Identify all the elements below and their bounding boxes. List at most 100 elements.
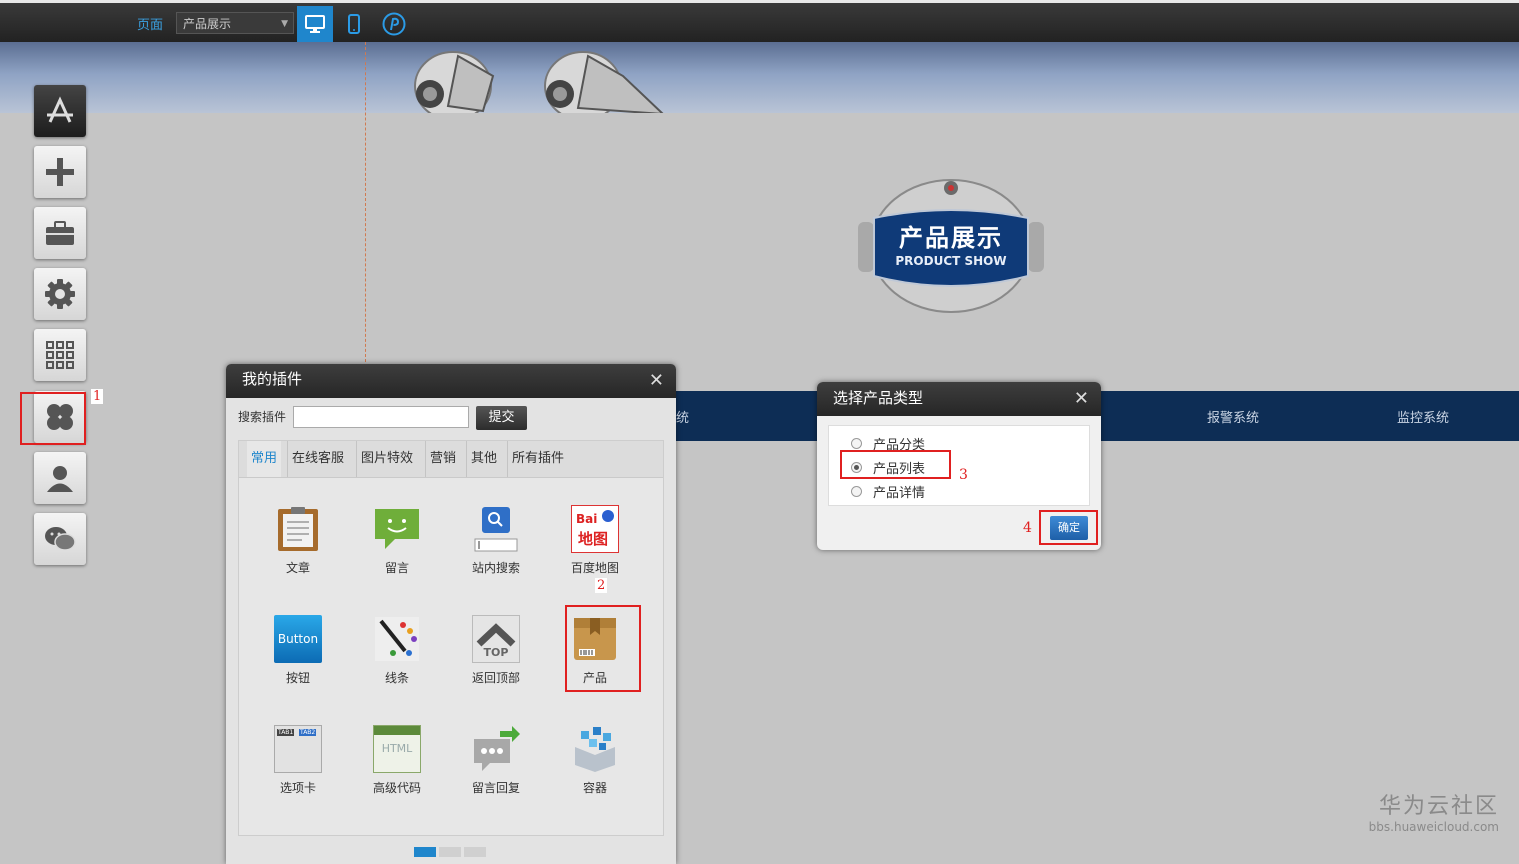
grid-icon: [46, 341, 74, 369]
plugin-html-code[interactable]: HTML 高级代码: [352, 725, 442, 796]
sidebar-user-button[interactable]: [34, 452, 86, 504]
top-toolbar: 页面 产品展示 ▼: [0, 0, 1519, 42]
badge-title: 产品展示: [899, 223, 1003, 252]
nav-item-truncated[interactable]: 统: [676, 407, 689, 426]
search-plugin-label: 搜索插件: [238, 410, 287, 424]
plugin-message[interactable]: 留言: [352, 505, 442, 576]
preview-p-icon: [382, 12, 406, 36]
html-code-icon: HTML: [373, 725, 421, 773]
search-plugin-input[interactable]: [293, 406, 469, 428]
plugin-message-reply[interactable]: 留言回复: [451, 725, 541, 796]
sidebar-app-store-button[interactable]: [34, 85, 86, 137]
plugin-line[interactable]: 线条: [352, 615, 442, 686]
tab-all-plugins[interactable]: 所有插件: [507, 441, 568, 477]
nav-item-alarm-system[interactable]: 报警系统: [1207, 407, 1259, 426]
step-1-highlight: [20, 392, 86, 445]
preview-button[interactable]: [376, 6, 412, 42]
watermark-title: 华为云社区: [1378, 794, 1499, 819]
plugins-panel-title: 我的插件: [242, 370, 303, 388]
plugin-back-to-top[interactable]: TOP 返回顶部: [451, 615, 541, 686]
toolbox-icon: [46, 221, 74, 245]
plugin-baidu-map[interactable]: Bai 地图 百度地图: [550, 505, 640, 576]
plugin-label: 留言回复: [471, 781, 520, 795]
plugin-label: 线条: [384, 671, 409, 685]
step-2-highlight: [565, 605, 641, 692]
page-select[interactable]: 产品展示 ▼: [176, 12, 294, 34]
plugin-label: 站内搜索: [471, 561, 520, 575]
step-1-label: 1: [91, 389, 104, 404]
layout-guide-line: [365, 42, 366, 362]
header-banner: [0, 42, 1519, 113]
baidu-map-icon: Bai 地图: [571, 505, 619, 553]
nav-item-monitor-system[interactable]: 监控系统: [1397, 407, 1449, 426]
watermark: 华为云社区 bbs.huaweicloud.com: [1369, 788, 1499, 834]
step-4-label: 4: [1023, 520, 1032, 536]
sidebar-add-button[interactable]: [34, 146, 86, 198]
step-2-label: 2: [595, 578, 608, 593]
plugin-article[interactable]: 文章: [253, 505, 343, 576]
plugin-label: 留言: [384, 561, 409, 575]
message-icon: [375, 509, 419, 549]
page-dot[interactable]: [439, 847, 461, 857]
plugin-label: 百度地图: [570, 561, 619, 575]
article-icon: [278, 507, 318, 551]
app-store-icon: [47, 96, 73, 123]
plugin-label: 返回顶部: [471, 671, 520, 685]
plugin-label: 选项卡: [279, 781, 316, 795]
page-select-value: 产品展示: [183, 17, 232, 31]
tab-common[interactable]: 常用: [247, 441, 282, 477]
plugin-label: 容器: [582, 781, 607, 795]
step-3-highlight: [840, 450, 951, 479]
back-to-top-icon: TOP: [472, 615, 520, 663]
radio-button[interactable]: [851, 438, 862, 449]
plugin-container[interactable]: 容器: [550, 725, 640, 796]
close-icon[interactable]: ✕: [1074, 383, 1089, 415]
plugin-tabs[interactable]: TAB1 TAB2 选项卡: [253, 725, 343, 796]
tab-other[interactable]: 其他: [466, 441, 501, 477]
line-icon: [375, 617, 419, 661]
option-product-detail[interactable]: 产品详情: [851, 482, 925, 501]
gear-icon: [45, 279, 75, 309]
page-dot[interactable]: [464, 847, 486, 857]
mobile-phone-icon: [348, 14, 360, 34]
dialog-title: 选择产品类型: [833, 389, 924, 407]
mobile-view-button[interactable]: [336, 6, 372, 42]
page-label: 页面: [137, 18, 164, 33]
sidebar-grid-button[interactable]: [34, 329, 86, 381]
message-reply-icon: [474, 726, 520, 771]
plugin-site-search[interactable]: 站内搜索: [451, 505, 541, 576]
sidebar-wechat-button[interactable]: [34, 513, 86, 565]
plugins-pager: [414, 846, 489, 861]
page-dot-active[interactable]: [414, 847, 436, 857]
tab-image-effects[interactable]: 图片特效: [356, 441, 417, 477]
sidebar-settings-button[interactable]: [34, 268, 86, 320]
step-3-label: 3: [959, 467, 968, 483]
product-show-badge: 产品展示 PRODUCT SHOW: [856, 176, 1046, 314]
tab-marketing[interactable]: 营销: [425, 441, 460, 477]
watermark-url: bbs.huaweicloud.com: [1368, 820, 1499, 834]
close-icon[interactable]: ✕: [649, 366, 664, 396]
button-icon: Button: [274, 615, 322, 663]
plus-icon: [46, 158, 74, 186]
submit-button[interactable]: 提交: [476, 406, 527, 430]
dialog-header: 选择产品类型 ✕: [817, 382, 1101, 416]
wechat-icon: [45, 527, 76, 551]
tabs-icon: TAB1 TAB2: [274, 725, 322, 773]
desktop-monitor-icon: [305, 15, 325, 33]
plugin-label: 按钮: [285, 671, 310, 685]
site-search-icon: [474, 507, 518, 552]
plugins-panel-header: 我的插件 ✕: [226, 364, 676, 398]
user-icon: [47, 466, 73, 492]
plugin-tabs: 常用 在线客服 图片特效 营销 其他 所有插件: [239, 441, 663, 478]
plugin-label: 高级代码: [372, 781, 421, 795]
desktop-view-button[interactable]: [297, 6, 333, 42]
tab-online-service[interactable]: 在线客服: [287, 441, 348, 477]
sidebar-toolbox-button[interactable]: [34, 207, 86, 259]
robot-illustration-icon: [414, 51, 664, 113]
chevron-down-icon: ▼: [281, 19, 288, 29]
plugin-button[interactable]: Button 按钮: [253, 615, 343, 686]
radio-button[interactable]: [851, 486, 862, 497]
container-icon: [575, 727, 615, 772]
step-4-highlight: [1039, 510, 1098, 545]
badge-subtitle: PRODUCT SHOW: [895, 254, 1007, 268]
